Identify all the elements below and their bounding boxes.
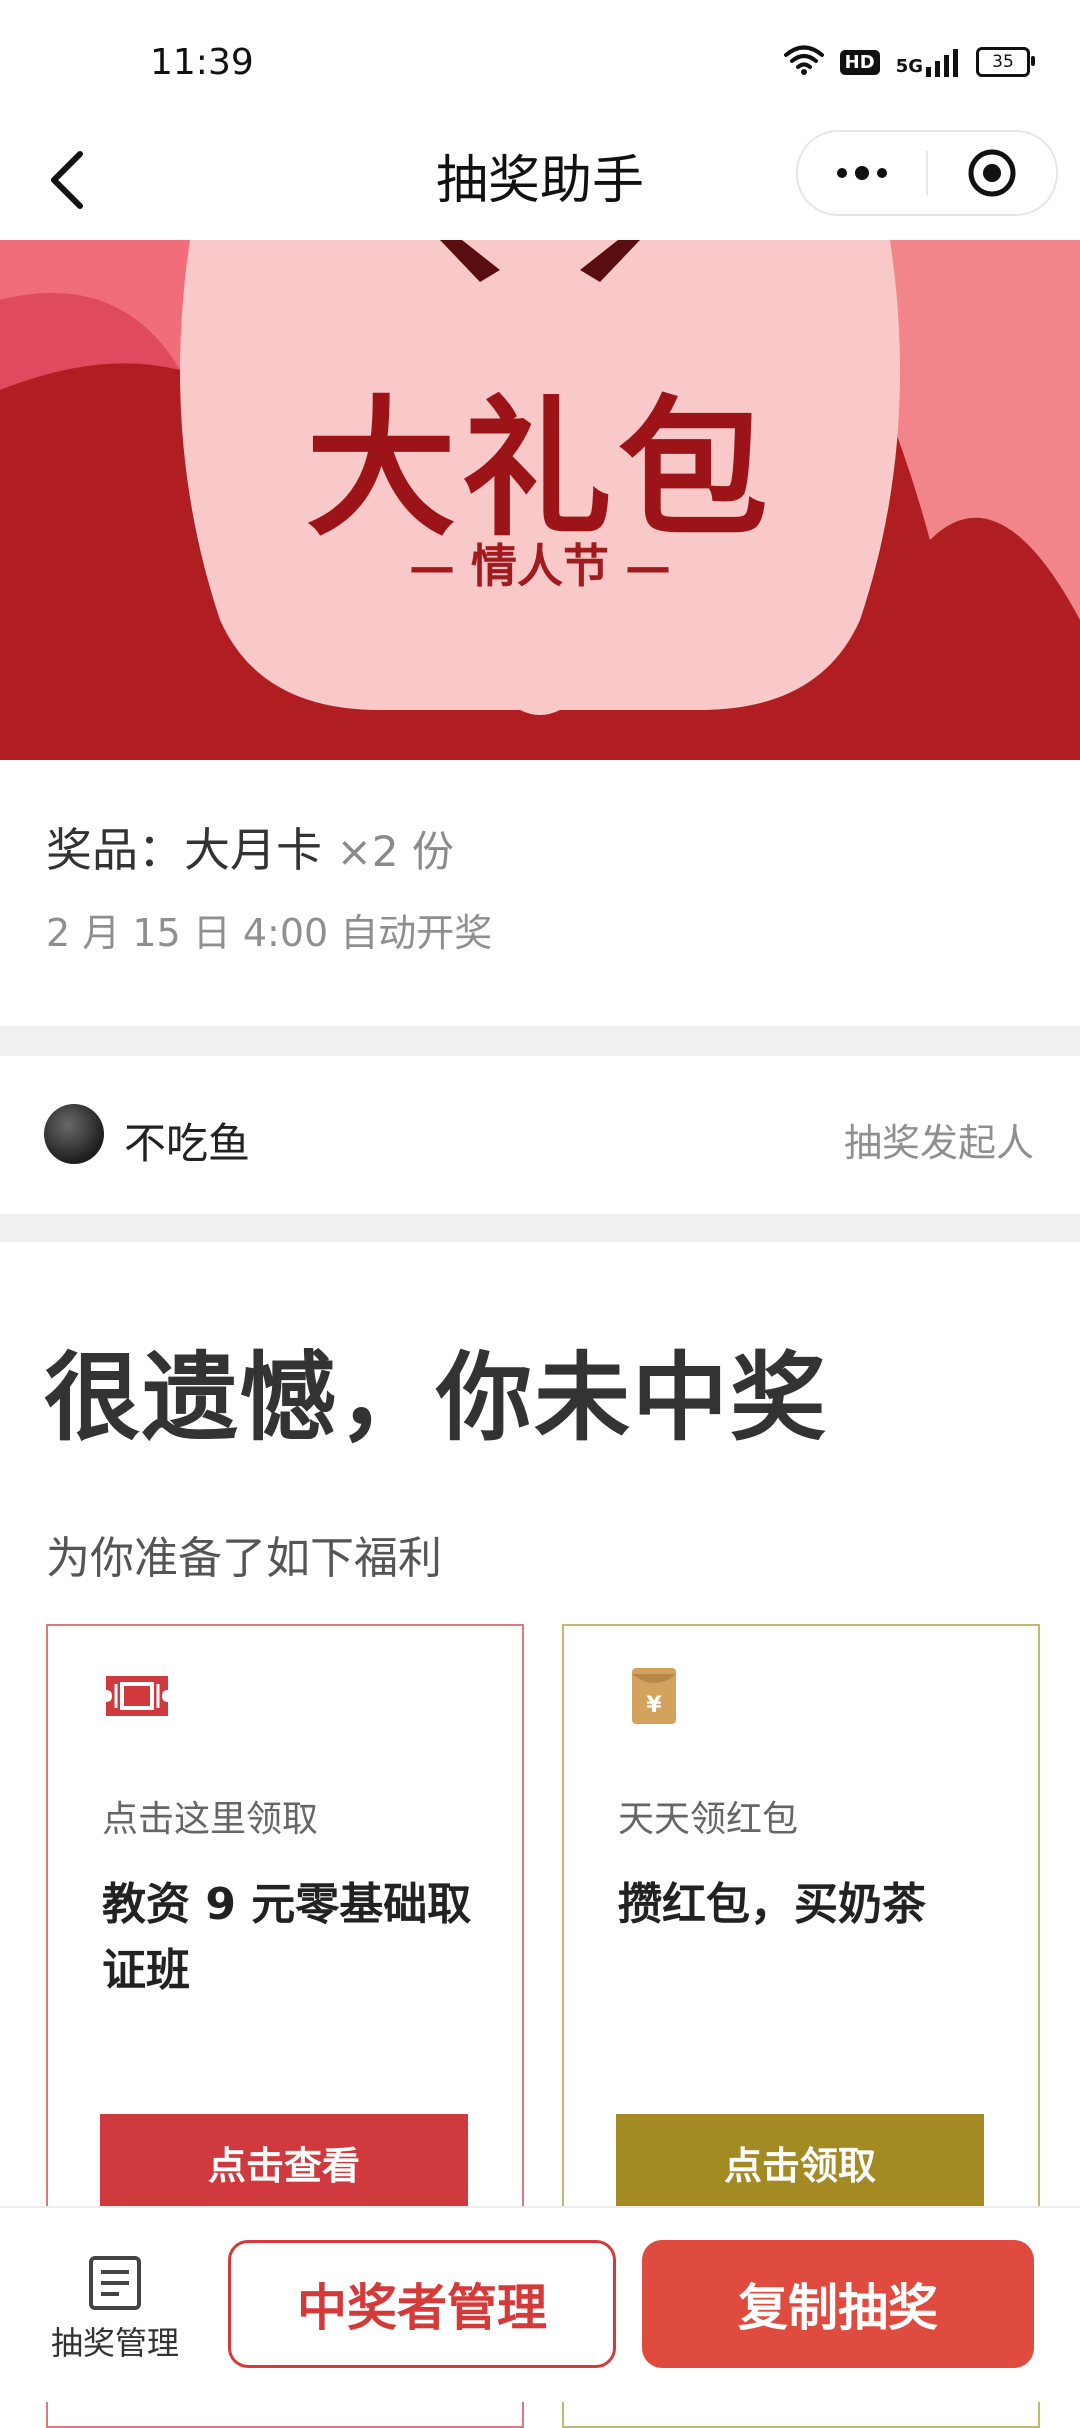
battery-icon: 35 — [976, 47, 1035, 77]
result-title: 很遗憾，你未中奖 — [44, 1341, 828, 1454]
chevron-left-icon — [51, 151, 83, 209]
copy-lottery-button[interactable]: 复制抽奖 — [642, 2240, 1034, 2368]
sponsor-name[interactable]: 不吃鱼 — [124, 1110, 250, 1171]
section-divider — [0, 1214, 1080, 1242]
hd-badge: HD — [839, 49, 880, 75]
lottery-manage-label: 抽奖管理 — [50, 2324, 179, 2362]
welfare-heading: 为你准备了如下福利 — [46, 1533, 442, 1584]
sponsor-avatar[interactable] — [44, 1104, 104, 1164]
back-button[interactable] — [38, 140, 98, 220]
lottery-manage-tab[interactable]: 抽奖管理 — [30, 2254, 200, 2374]
red-envelope-icon: ¥ — [618, 1666, 688, 1726]
more-dots-icon — [837, 166, 887, 180]
target-icon — [968, 149, 1016, 197]
wifi-icon — [783, 44, 824, 80]
battery-level: 35 — [992, 52, 1014, 72]
network-type-label: 5G — [895, 56, 923, 77]
prize-quantity: ×2 份 — [336, 827, 454, 876]
status-icons: HD 5G 35 — [783, 42, 1035, 82]
ticket-icon — [102, 1666, 172, 1726]
draw-time: 2 月 15 日 4:00 自动开奖 — [46, 911, 493, 955]
winners-manage-button[interactable]: 中奖者管理 — [228, 2240, 616, 2368]
view-course-button[interactable]: 点击查看 — [100, 2114, 468, 2210]
card-subtitle: 点击这里领取 — [102, 1799, 319, 1840]
claim-red-envelope-button[interactable]: 点击领取 — [616, 2114, 984, 2210]
prize-banner: 大礼包 — 情人节 — — [0, 240, 1080, 760]
card-title: 教资 9 元零基础取证班 — [102, 1879, 472, 1996]
sponsor-role: 抽奖发起人 — [843, 1121, 1034, 1165]
more-button[interactable] — [798, 132, 926, 214]
prize-info: 奖品：大月卡 ×2 份 — [46, 814, 454, 880]
banner-subtitle: — 情人节 — — [408, 539, 672, 593]
card-title: 攒红包，买奶茶 — [618, 1879, 926, 1930]
status-time: 11:39 — [150, 42, 254, 83]
bottom-action-bar: 抽奖管理 中奖者管理 复制抽奖 — [0, 2206, 1080, 2402]
card-subtitle: 天天领红包 — [618, 1799, 799, 1840]
section-divider — [0, 1026, 1080, 1056]
signal-icon: 5G — [896, 47, 960, 77]
prize-label: 奖品： — [46, 823, 184, 877]
close-miniprogram-button[interactable] — [928, 132, 1056, 214]
document-list-icon — [89, 2256, 141, 2310]
prize-name: 大月卡 — [184, 823, 322, 877]
miniprogram-capsule — [796, 130, 1058, 216]
svg-text:¥: ¥ — [646, 1693, 662, 1718]
